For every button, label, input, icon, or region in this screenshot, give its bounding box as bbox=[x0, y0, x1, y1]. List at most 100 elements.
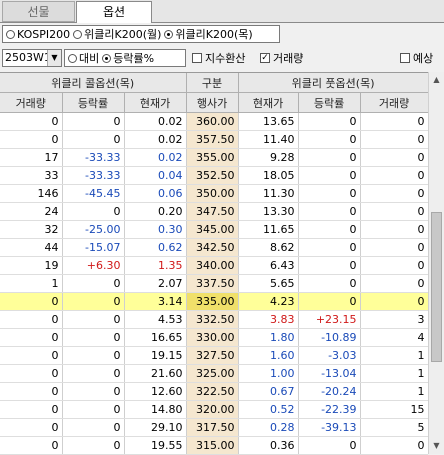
table-row[interactable]: 0 0 19.55 315.00 0.36 0 0 bbox=[0, 436, 428, 455]
call-options-header: 위클리 콜옵션(목) bbox=[0, 73, 187, 93]
column-header[interactable]: 거래량 bbox=[360, 92, 428, 113]
radio-kospi200[interactable]: KOSPI200 bbox=[6, 28, 70, 41]
call-cell: 2.07 bbox=[124, 274, 187, 293]
call-cell: 19 bbox=[0, 256, 63, 275]
radio-circle-icon bbox=[6, 29, 15, 39]
radio-weekly-mon[interactable]: 위클리K200(월) bbox=[73, 26, 161, 42]
put-cell: 0 bbox=[360, 436, 428, 455]
table-row[interactable]: 0 0 3.14 335.00 4.23 0 0 bbox=[0, 292, 428, 311]
column-header[interactable]: 등락률 bbox=[298, 92, 361, 113]
scroll-down-icon[interactable]: ▼ bbox=[429, 438, 444, 454]
put-cell: 1 bbox=[360, 382, 428, 401]
call-cell: 24 bbox=[0, 202, 63, 221]
table-row[interactable]: 19 +6.30 1.35 340.00 6.43 0 0 bbox=[0, 256, 428, 275]
volume-checkbox[interactable]: ✓ 거래량 bbox=[260, 50, 303, 66]
strike-cell: 335.00 bbox=[186, 292, 239, 311]
put-cell: 1.80 bbox=[238, 328, 299, 347]
index-conversion-checkbox[interactable]: 지수환산 bbox=[192, 50, 245, 66]
expected-checkbox[interactable]: 예상 bbox=[400, 50, 433, 66]
table-row[interactable]: 0 0 19.15 327.50 1.60 -3.03 1 bbox=[0, 346, 428, 365]
call-cell: 0 bbox=[0, 364, 63, 383]
column-header[interactable]: 거래량 bbox=[0, 92, 63, 113]
put-cell: 3.83 bbox=[238, 310, 299, 329]
radio-change-rate[interactable]: 등락률% bbox=[102, 50, 154, 66]
chevron-down-icon[interactable]: ▼ bbox=[47, 50, 61, 66]
option-chain-body: 0 0 0.02 360.00 13.65 0 0 0 0 0.02 357.50 11.40 0 0 17… bbox=[0, 112, 428, 455]
call-cell: 0 bbox=[62, 274, 125, 293]
call-cell: 0 bbox=[62, 292, 125, 311]
call-cell: 0.02 bbox=[124, 112, 187, 131]
put-cell: 0.36 bbox=[238, 436, 299, 455]
table-row[interactable]: 0 0 4.53 332.50 3.83 +23.15 3 bbox=[0, 310, 428, 329]
table-row[interactable]: 0 0 29.10 317.50 0.28 -39.13 5 bbox=[0, 418, 428, 437]
radio-change[interactable]: 대비 bbox=[68, 50, 99, 66]
put-cell: 13.30 bbox=[238, 202, 299, 221]
table-row[interactable]: 146 -45.45 0.06 350.00 11.30 0 0 bbox=[0, 184, 428, 203]
strike-cell: 315.00 bbox=[186, 436, 239, 455]
call-cell: -45.45 bbox=[62, 184, 125, 203]
call-cell: 0 bbox=[62, 346, 125, 365]
strike-cell: 317.50 bbox=[186, 418, 239, 437]
call-cell: 21.60 bbox=[124, 364, 187, 383]
table-row[interactable]: 0 0 14.80 320.00 0.52 -22.39 15 bbox=[0, 400, 428, 419]
table-row[interactable]: 44 -15.07 0.62 342.50 8.62 0 0 bbox=[0, 238, 428, 257]
strike-cell: 325.00 bbox=[186, 364, 239, 383]
call-cell: 0.02 bbox=[124, 148, 187, 167]
call-cell: 0.02 bbox=[124, 130, 187, 149]
put-cell: 5.65 bbox=[238, 274, 299, 293]
call-cell: 0 bbox=[62, 310, 125, 329]
month-select[interactable]: 2503W1 ▼ bbox=[2, 49, 62, 67]
tab-futures[interactable]: 선물 bbox=[2, 1, 75, 22]
radio-weekly-thu[interactable]: 위클리K200(목) bbox=[164, 26, 253, 42]
column-header[interactable]: 현재가 bbox=[124, 92, 187, 113]
table-row[interactable]: 0 0 12.60 322.50 0.67 -20.24 1 bbox=[0, 382, 428, 401]
put-cell: 0 bbox=[298, 202, 361, 221]
radio-selected-icon bbox=[102, 53, 112, 63]
product-radio-group: KOSPI200 위클리K200(월) 위클리K200(목) bbox=[2, 25, 280, 43]
table-row[interactable]: 1 0 2.07 337.50 5.65 0 0 bbox=[0, 274, 428, 293]
put-cell: 0.52 bbox=[238, 400, 299, 419]
call-cell: 17 bbox=[0, 148, 63, 167]
put-cell: 11.30 bbox=[238, 184, 299, 203]
put-cell: 0 bbox=[298, 130, 361, 149]
put-cell: 0 bbox=[360, 184, 428, 203]
put-cell: 0 bbox=[298, 292, 361, 311]
put-cell: 13.65 bbox=[238, 112, 299, 131]
table-row[interactable]: 24 0 0.20 347.50 13.30 0 0 bbox=[0, 202, 428, 221]
vertical-scrollbar[interactable]: ▲ ▼ bbox=[428, 72, 444, 454]
call-cell: 0 bbox=[62, 328, 125, 347]
strike-cell: 327.50 bbox=[186, 346, 239, 365]
put-cell: 0 bbox=[298, 256, 361, 275]
table-row[interactable]: 33 -33.33 0.04 352.50 18.05 0 0 bbox=[0, 166, 428, 185]
table-row[interactable]: 17 -33.33 0.02 355.00 9.28 0 0 bbox=[0, 148, 428, 167]
table-row[interactable]: 0 0 16.65 330.00 1.80 -10.89 4 bbox=[0, 328, 428, 347]
put-cell: 0 bbox=[298, 112, 361, 131]
column-header[interactable]: 현재가 bbox=[238, 92, 299, 113]
column-header[interactable]: 행사가 bbox=[186, 92, 239, 113]
put-cell: -13.04 bbox=[298, 364, 361, 383]
call-cell: 0 bbox=[62, 418, 125, 437]
call-cell: 0 bbox=[62, 436, 125, 455]
scrollbar-thumb[interactable] bbox=[431, 212, 442, 362]
put-cell: 1.00 bbox=[238, 364, 299, 383]
put-cell: 0.67 bbox=[238, 382, 299, 401]
column-header[interactable]: 등락률 bbox=[62, 92, 125, 113]
call-cell: 0 bbox=[0, 418, 63, 437]
call-cell: 4.53 bbox=[124, 310, 187, 329]
table-row[interactable]: 0 0 0.02 357.50 11.40 0 0 bbox=[0, 130, 428, 149]
put-cell: 0.28 bbox=[238, 418, 299, 437]
table-row[interactable]: 32 -25.00 0.30 345.00 11.65 0 0 bbox=[0, 220, 428, 239]
call-cell: -25.00 bbox=[62, 220, 125, 239]
put-cell: 0 bbox=[360, 238, 428, 257]
table-row[interactable]: 0 0 0.02 360.00 13.65 0 0 bbox=[0, 112, 428, 131]
option-chain-table: 위클리 콜옵션(목) 구분 위클리 풋옵션(목) 거래량 등락률 현재가 행사가… bbox=[0, 73, 428, 455]
call-cell: -33.33 bbox=[62, 148, 125, 167]
table-row[interactable]: 0 0 21.60 325.00 1.00 -13.04 1 bbox=[0, 364, 428, 383]
call-cell: 19.55 bbox=[124, 436, 187, 455]
tab-options[interactable]: 옵션 bbox=[76, 1, 152, 23]
scroll-up-icon[interactable]: ▲ bbox=[429, 72, 444, 88]
call-cell: 0.62 bbox=[124, 238, 187, 257]
change-mode-radio-group: 대비 등락률% bbox=[64, 49, 186, 67]
put-cell: 0 bbox=[360, 202, 428, 221]
strike-cell: 330.00 bbox=[186, 328, 239, 347]
